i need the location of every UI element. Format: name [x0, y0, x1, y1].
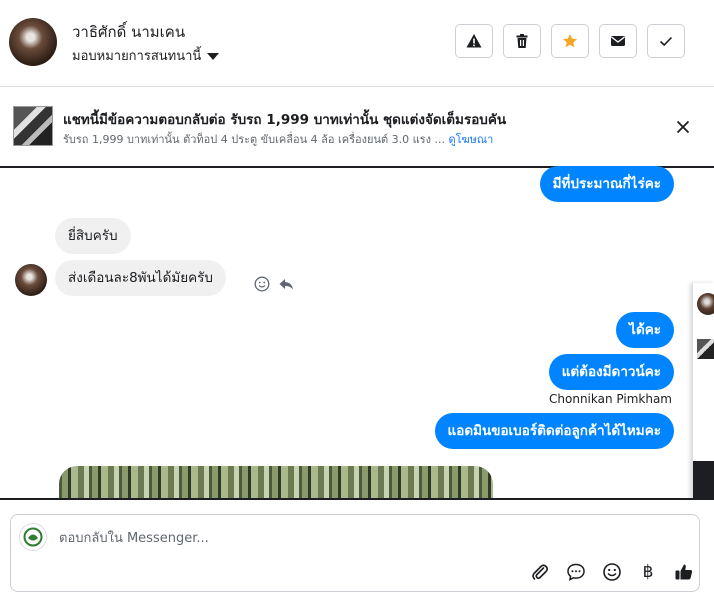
sender-name: Chonnikan Pimkham — [549, 392, 672, 406]
star-icon — [563, 34, 577, 48]
chat-bubble-icon — [567, 563, 585, 581]
incoming-message[interactable]: ส่งเดือนละ8พันได้มัยครับ — [55, 260, 227, 296]
trash-icon — [516, 34, 528, 48]
saved-replies-button[interactable] — [565, 561, 587, 583]
thumbs-up-icon — [675, 564, 693, 580]
contact-name[interactable]: วาธิศักดิ์ นามเคน — [72, 20, 185, 44]
outgoing-message[interactable]: แต่ต้องมีดาวน์คะ — [548, 354, 674, 390]
reply-icon[interactable] — [278, 276, 294, 292]
report-spam-button[interactable] — [455, 24, 493, 58]
outgoing-message[interactable]: มีที่ประมาณกี่ไร่คะ — [539, 166, 674, 202]
star-button[interactable] — [551, 24, 589, 58]
composer-area: ฿ — [0, 498, 714, 598]
ad-thumbnail[interactable] — [13, 106, 53, 146]
contact-avatar-small — [15, 264, 47, 296]
react-smiley-icon[interactable] — [254, 276, 270, 292]
outgoing-message[interactable]: ได้คะ — [616, 312, 674, 348]
reply-input[interactable] — [57, 527, 661, 549]
attach-button[interactable] — [529, 561, 551, 583]
baht-icon: ฿ — [642, 562, 654, 582]
outgoing-message[interactable]: แอดมินขอเบอร์ติดต่อลูกค้าได้ไหมคะ — [434, 413, 674, 449]
like-button[interactable] — [673, 561, 695, 583]
ad-context-banner: แชทนี้มีข้อความตอบกลับต่อ รับรถ 1,999 บา… — [0, 87, 714, 168]
mark-done-button[interactable] — [647, 24, 685, 58]
assign-conversation-dropdown[interactable]: มอบหมายการสนทนานี้ — [72, 45, 220, 66]
emoji-button[interactable] — [601, 561, 623, 583]
checkmark-icon — [659, 36, 673, 47]
mark-unread-button[interactable] — [599, 24, 637, 58]
composer-box: ฿ — [10, 514, 700, 592]
payment-button[interactable]: ฿ — [637, 561, 659, 583]
page-avatar — [19, 523, 47, 551]
caret-down-icon — [207, 53, 220, 60]
conversation-header: วาธิศักดิ์ นามเคน มอบหมายการสนทนานี้ — [0, 0, 714, 87]
message-actions — [254, 276, 294, 292]
page-logo-icon — [23, 527, 43, 547]
ad-description: รับรถ 1,999 บาทเท่านั้น ตัวท็อป 4 ประตู … — [63, 133, 445, 146]
side-ad-thumbnail — [697, 339, 714, 359]
envelope-icon — [611, 36, 625, 46]
incoming-message[interactable]: ยี่สิบครับ — [55, 218, 131, 254]
contact-avatar[interactable] — [9, 18, 57, 66]
ad-subtitle: รับรถ 1,999 บาทเท่านั้น ตัวท็อป 4 ประตู … — [63, 130, 493, 148]
view-ad-link[interactable]: ดูโฆษณา — [448, 133, 493, 146]
delete-button[interactable] — [503, 24, 541, 58]
warning-icon — [466, 34, 482, 48]
ad-title: แชทนี้มีข้อความตอบกลับต่อ รับรถ 1,999 บา… — [63, 112, 507, 128]
close-icon[interactable] — [672, 116, 694, 138]
assign-label: มอบหมายการสนทนานี้ — [72, 49, 202, 64]
emoji-icon — [603, 563, 621, 581]
paperclip-icon — [532, 564, 549, 580]
photo-attachment[interactable] — [59, 466, 493, 499]
side-avatar — [697, 293, 714, 315]
